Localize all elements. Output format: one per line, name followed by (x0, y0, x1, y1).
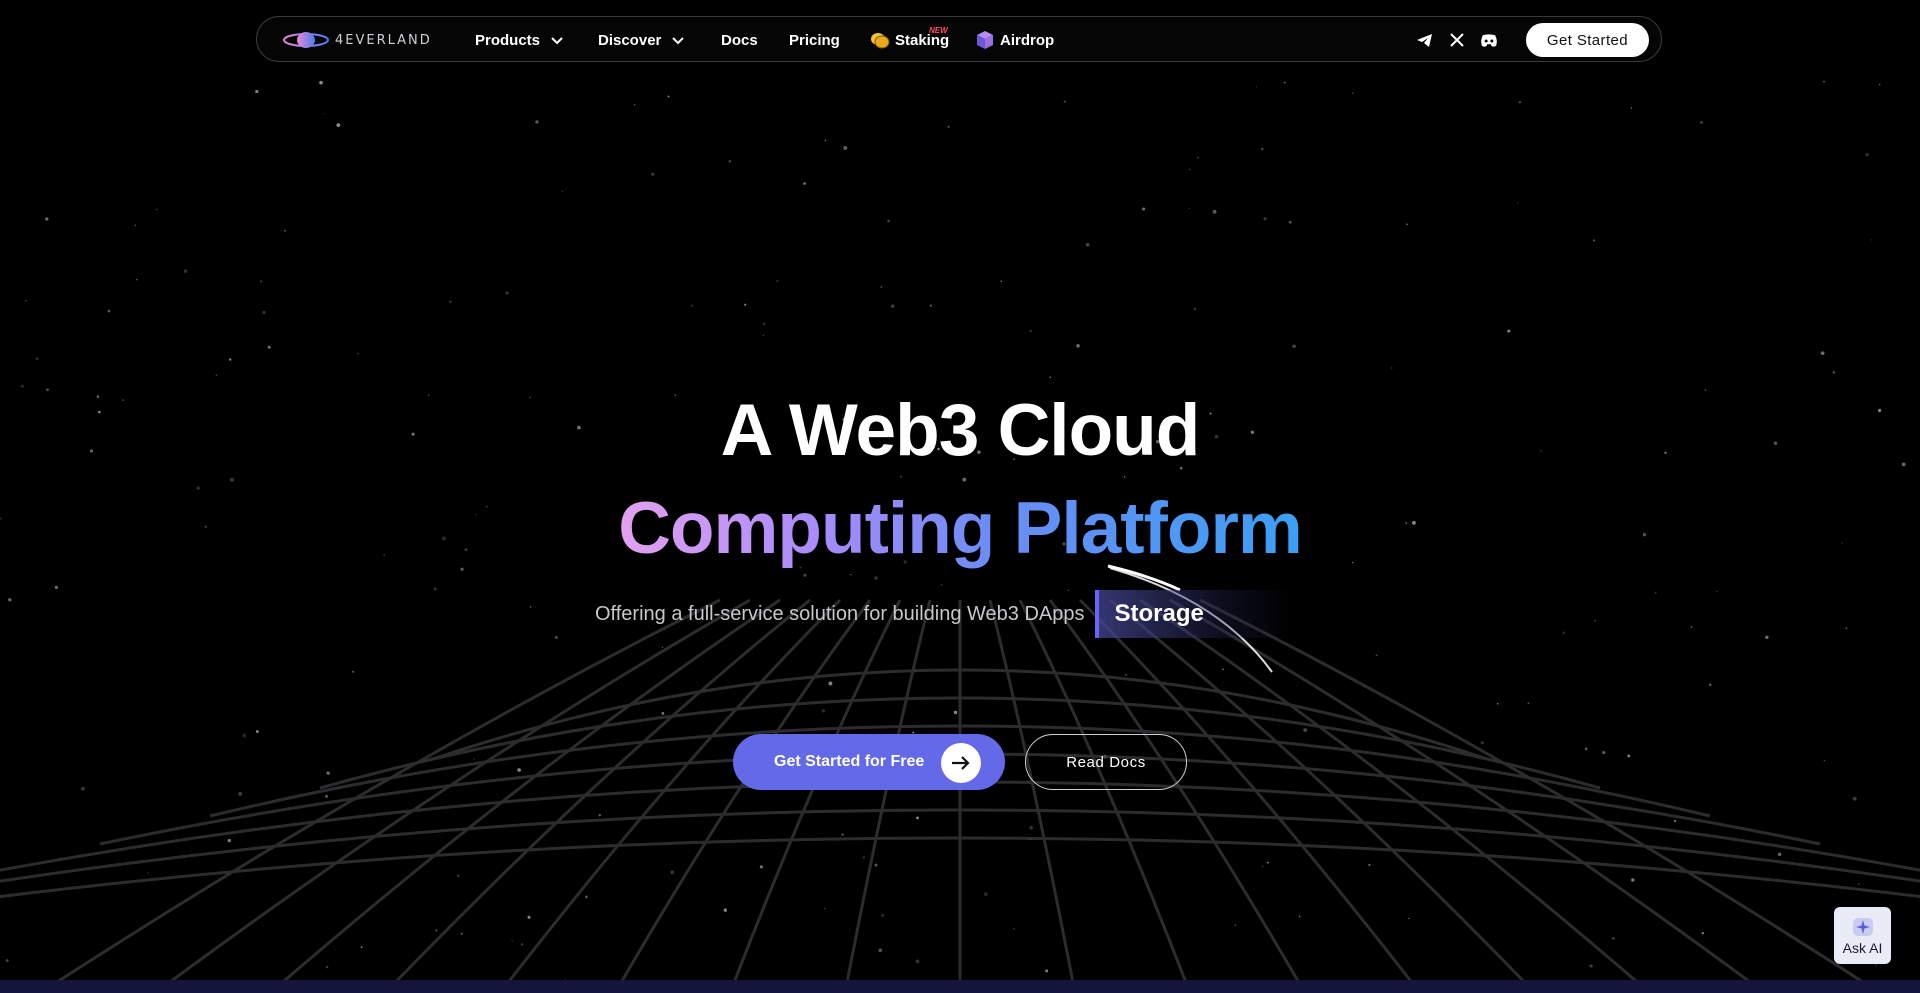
nav-item-airdrop[interactable]: Airdrop (975, 17, 1054, 63)
nav-right-group: Get Started (1416, 17, 1649, 63)
telegram-icon[interactable] (1416, 31, 1434, 49)
hero-title-gradient-text: Computing Platform (612, 488, 1308, 569)
x-icon[interactable] (1448, 31, 1466, 49)
next-section-edge (0, 980, 1920, 993)
nav-item-discover[interactable]: Discover (598, 17, 685, 63)
nav-item-pricing[interactable]: Pricing (789, 17, 840, 63)
hero-title-line1: A Web3 Cloud (720, 390, 1201, 471)
nav-item-docs[interactable]: Docs (721, 17, 758, 63)
sparkle-icon (1852, 917, 1873, 936)
top-navbar: 4EVERLAND Products Discover Docs Pricing (256, 16, 1662, 62)
ask-ai-widget[interactable]: Ask AI (1834, 907, 1891, 964)
hero-subtitle-row: Offering a full-service solution for bui… (595, 590, 1295, 638)
nav-item-products[interactable]: Products (475, 17, 564, 63)
brand-wordmark: 4EVERLAND (335, 32, 432, 48)
brand-logo[interactable]: 4EVERLAND (283, 29, 443, 51)
get-started-button[interactable]: Get Started (1525, 23, 1649, 57)
planet-logo-icon (283, 32, 329, 48)
new-badge: NEW (929, 26, 948, 35)
nav-item-label: Airdrop (1000, 31, 1055, 49)
get-started-free-button[interactable]: Get Started for Free (733, 734, 1005, 790)
hero-subtitle: Offering a full-service solution for bui… (595, 602, 1085, 625)
nav-item-label: Discover (598, 31, 662, 49)
nav-item-staking[interactable]: Staking NEW (870, 17, 949, 63)
ask-ai-label: Ask AI (1842, 939, 1883, 956)
chevron-down-icon (671, 33, 685, 47)
read-docs-button[interactable]: Read Docs (1025, 734, 1187, 790)
nav-item-label: Products (475, 31, 541, 49)
chevron-down-icon (550, 33, 564, 47)
landing-page: 4EVERLAND Products Discover Docs Pricing (0, 0, 1920, 993)
nav-item-label: Docs (721, 31, 758, 49)
discord-icon[interactable] (1480, 31, 1498, 49)
coin-icon (870, 31, 890, 49)
nav-item-label: Pricing (789, 31, 840, 49)
cube-icon (975, 30, 995, 50)
rotating-keyword: Storage (1094, 590, 1295, 638)
arrow-right-icon (941, 743, 981, 783)
cta-label: Get Started for Free (774, 753, 925, 770)
hero-title-line2: Computing Platform (0, 486, 1920, 572)
